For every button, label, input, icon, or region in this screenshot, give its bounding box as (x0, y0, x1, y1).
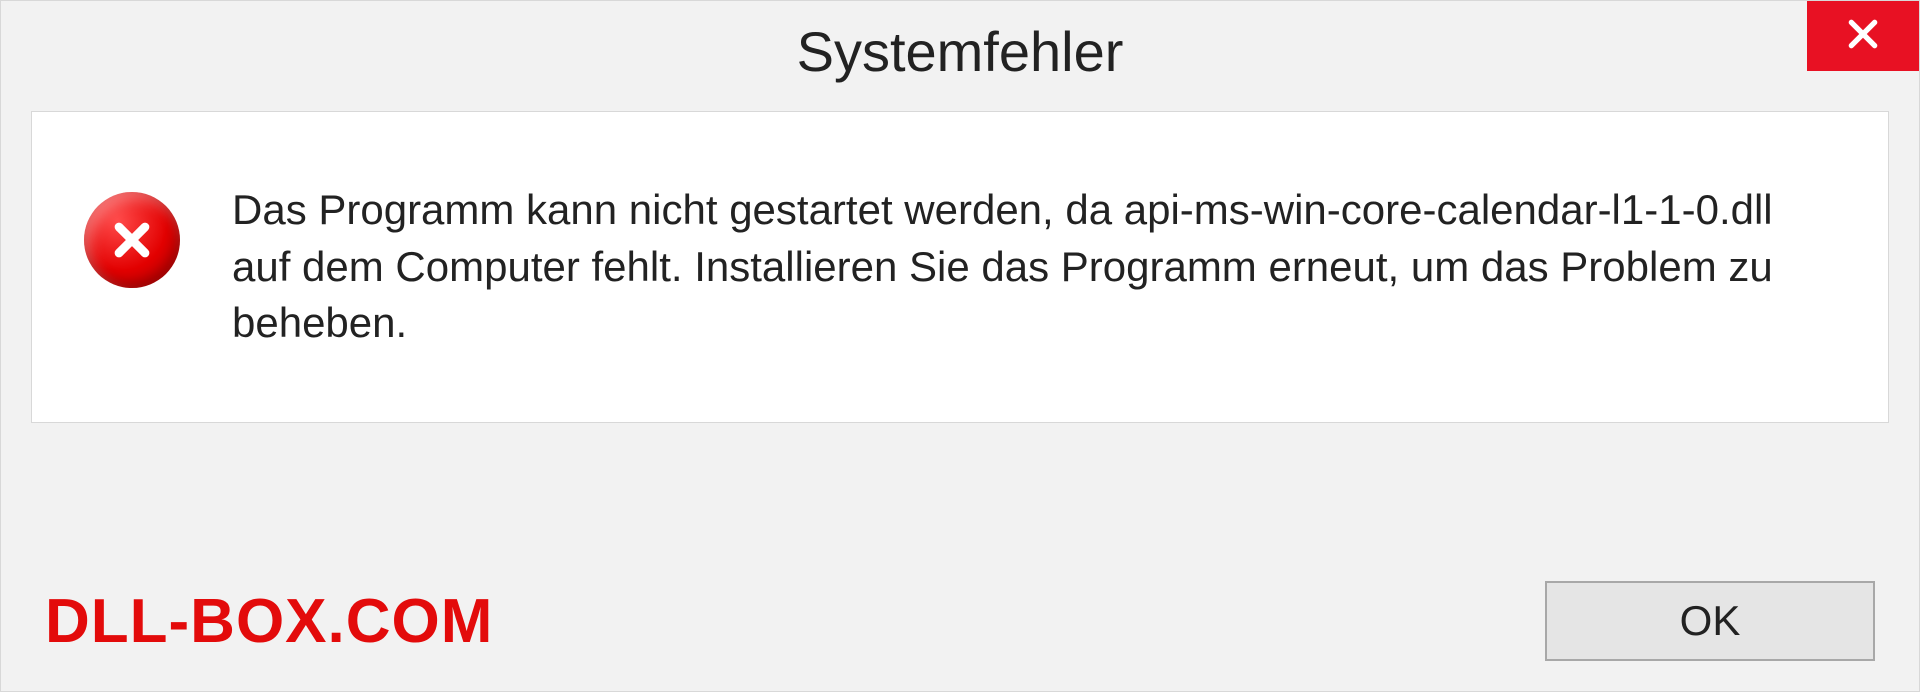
watermark-text: DLL-BOX.COM (45, 586, 493, 657)
titlebar: Systemfehler (1, 1, 1919, 105)
ok-button[interactable]: OK (1545, 581, 1875, 661)
error-message: Das Programm kann nicht gestartet werden… (232, 182, 1832, 352)
close-button[interactable] (1807, 1, 1919, 71)
error-icon (82, 190, 182, 290)
error-dialog: Systemfehler Das Programm kann nicht ges… (0, 0, 1920, 692)
content-panel: Das Programm kann nicht gestartet werden… (31, 111, 1889, 423)
dialog-title: Systemfehler (797, 19, 1124, 84)
close-icon (1843, 14, 1883, 59)
dialog-footer: DLL-BOX.COM OK (1, 551, 1919, 691)
